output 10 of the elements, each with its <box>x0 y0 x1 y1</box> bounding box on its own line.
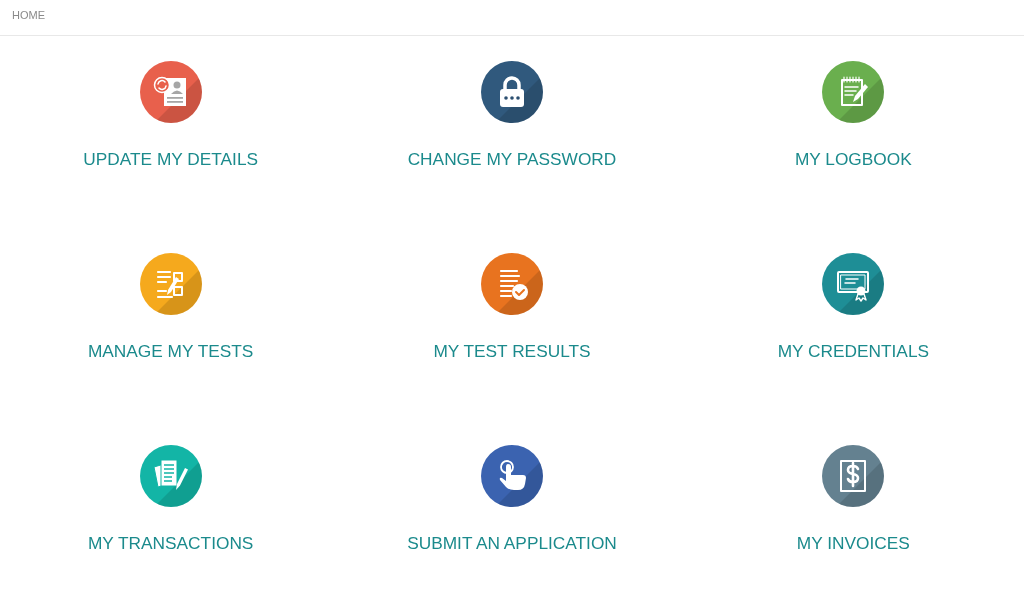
menu-link[interactable]: UPDATE MY DETAILS <box>83 147 259 171</box>
menu-link[interactable]: MY TRANSACTIONS <box>87 531 254 555</box>
menu-link[interactable]: CHANGE MY PASSWORD <box>407 147 617 171</box>
menu-link[interactable]: MANAGE MY TESTS <box>87 339 254 363</box>
menu-link[interactable]: MY INVOICES <box>796 531 910 555</box>
menu-link[interactable]: MY CREDENTIALS <box>777 339 930 363</box>
menu-link[interactable]: MY LOGBOOK <box>794 147 912 171</box>
menu-link[interactable]: SUBMIT AN APPLICATION <box>407 531 617 555</box>
menu-link[interactable]: MY TEST RESULTS <box>433 339 591 363</box>
breadcrumb-link[interactable]: HOME <box>12 7 45 22</box>
